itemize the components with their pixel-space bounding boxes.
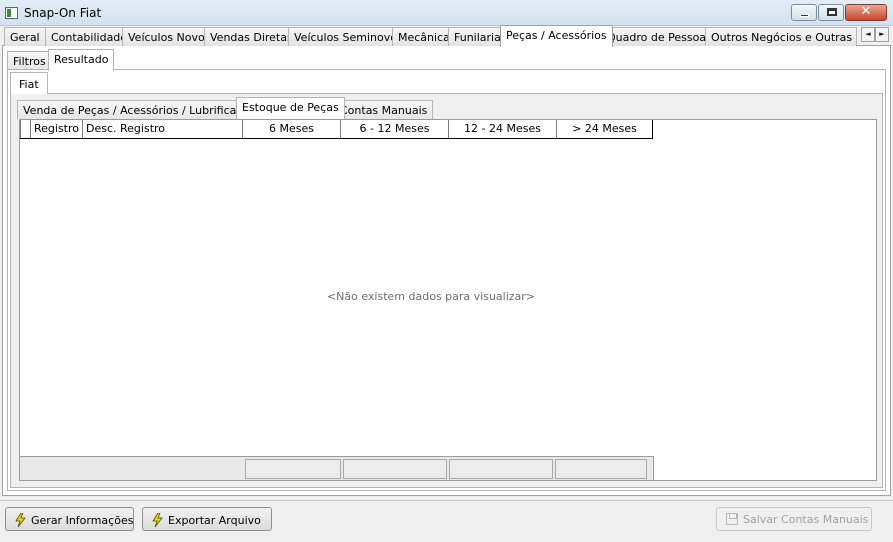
view-tabs: Filtros Resultado — [7, 48, 887, 71]
tab-label: Quadro de Pessoas — [607, 31, 712, 44]
tab-label: Fiat — [19, 78, 39, 91]
empty-state-message: <Não existem dados para visualizar> — [326, 290, 536, 303]
column-header-24-meses[interactable]: > 24 Meses — [556, 120, 652, 138]
tab-resultado[interactable]: Resultado — [48, 49, 115, 71]
tab-pecas-acessorios[interactable]: Peças / Acessórios — [500, 25, 613, 47]
close-icon: ✕ — [860, 4, 872, 19]
tab-geral[interactable]: Geral — [4, 27, 46, 46]
tab-vendas-diretas[interactable]: Vendas Diretas — [204, 27, 299, 46]
column-header-registro[interactable]: Registro — [30, 120, 82, 138]
tab-label: Geral — [10, 31, 40, 44]
column-header-label: Desc. Registro — [86, 122, 166, 135]
tab-label: Peças / Acessórios — [506, 29, 607, 42]
footer-cell — [449, 459, 553, 479]
tab-quadro-de-pessoas[interactable]: Quadro de Pessoas — [601, 27, 718, 46]
column-header-label: 6 Meses — [269, 122, 314, 135]
app-icon — [5, 7, 18, 19]
tab-label: Funilaria — [454, 31, 501, 44]
column-header-label: 6 - 12 Meses — [359, 122, 430, 135]
export-file-button[interactable]: Exportar Arquivo — [142, 507, 272, 531]
tab-label: Veículos Novos — [128, 31, 211, 44]
window-title: Snap-On Fiat — [24, 6, 102, 20]
grid-summary-footer — [20, 456, 654, 480]
column-header-label: 12 - 24 Meses — [464, 122, 541, 135]
tab-label: Vendas Diretas — [210, 31, 293, 44]
row-indicator-header — [20, 120, 30, 138]
data-grid[interactable]: Registro Desc. Registro 6 Meses 6 - 12 M… — [19, 119, 877, 481]
column-header-6-meses[interactable]: 6 Meses — [242, 120, 340, 138]
lightning-icon — [152, 513, 163, 527]
column-header-6-12-meses[interactable]: 6 - 12 Meses — [340, 120, 448, 138]
module-tabs: Geral Contabilidade Veículos Novos Venda… — [2, 25, 891, 47]
tab-contabilidade[interactable]: Contabilidade — [45, 27, 134, 46]
section-tabs: Venda de Peças / Acessórios / Lubrifican… — [17, 97, 877, 119]
tab-label: Veículos Seminovos — [294, 31, 403, 44]
result-panel: Fiat Venda de Peças / Acessórios / Lubri… — [7, 69, 886, 491]
title-bar[interactable]: Snap-On Fiat ✕ — [0, 0, 893, 26]
save-icon — [726, 513, 738, 525]
maximize-button[interactable] — [818, 4, 844, 21]
footer-cell — [555, 459, 647, 479]
save-manual-accounts-button[interactable]: Salvar Contas Manuais — [716, 507, 872, 531]
generate-info-button[interactable]: Gerar Informações — [5, 507, 134, 531]
tab-estoque-de-pecas[interactable]: Estoque de Peças — [236, 97, 345, 119]
column-header-label: Registro — [34, 122, 80, 135]
tab-veiculos-seminovos[interactable]: Veículos Seminovos — [288, 27, 409, 46]
tab-veiculos-novos[interactable]: Veículos Novos — [122, 27, 217, 46]
tab-label: Resultado — [54, 53, 109, 66]
grid-header: Registro Desc. Registro 6 Meses 6 - 12 M… — [20, 120, 653, 139]
save-manual-accounts-label: Salvar Contas Manuais — [743, 513, 869, 526]
maximize-icon — [827, 8, 837, 16]
column-header-label: > 24 Meses — [572, 122, 637, 135]
tab-outros-negocios[interactable]: Outros Negócios e Outras Mar — [705, 27, 857, 46]
footer-cell — [245, 459, 341, 479]
chevron-left-icon: ◄ — [865, 30, 871, 38]
export-file-label: Exportar Arquivo — [168, 514, 261, 527]
tab-scroll-controls: ◄ ► — [861, 27, 889, 42]
minimize-button[interactable] — [791, 4, 817, 21]
tab-venda-de-pecas[interactable]: Venda de Peças / Acessórios / Lubrifican… — [17, 100, 267, 119]
footer-cell — [343, 459, 447, 479]
tab-label: Contabilidade — [51, 31, 128, 44]
footer-cell — [21, 459, 243, 479]
generate-info-label: Gerar Informações — [31, 514, 134, 527]
close-button[interactable]: ✕ — [845, 4, 887, 21]
tab-label: Filtros — [13, 55, 46, 68]
column-header-12-24-meses[interactable]: 12 - 24 Meses — [448, 120, 556, 138]
minimize-icon — [800, 14, 809, 17]
tab-scroll-right-button[interactable]: ► — [875, 27, 889, 42]
tab-label: Venda de Peças / Acessórios / Lubrifican… — [23, 104, 261, 117]
column-header-desc-registro[interactable]: Desc. Registro — [82, 120, 242, 138]
tab-funilaria[interactable]: Funilaria — [448, 27, 507, 46]
lightning-icon — [15, 513, 26, 527]
tab-contas-manuais[interactable]: Contas Manuais — [334, 100, 434, 119]
tab-filtros[interactable]: Filtros — [7, 51, 52, 70]
window-controls: ✕ — [790, 4, 887, 21]
brand-panel: Venda de Peças / Acessórios / Lubrifican… — [10, 93, 883, 488]
main-panel: Filtros Resultado Fiat Venda de Peças / … — [2, 46, 891, 496]
tab-scroll-left-button[interactable]: ◄ — [861, 27, 875, 42]
tab-label: Contas Manuais — [340, 104, 428, 117]
tab-fiat[interactable]: Fiat — [10, 72, 48, 94]
tab-label: Mecânica — [398, 31, 450, 44]
chevron-right-icon: ► — [879, 30, 885, 38]
bottom-separator — [0, 500, 893, 501]
tab-mecanica[interactable]: Mecânica — [392, 27, 456, 46]
tab-label: Outros Negócios e Outras Mar — [711, 31, 856, 44]
tab-label: Estoque de Peças — [242, 101, 339, 114]
